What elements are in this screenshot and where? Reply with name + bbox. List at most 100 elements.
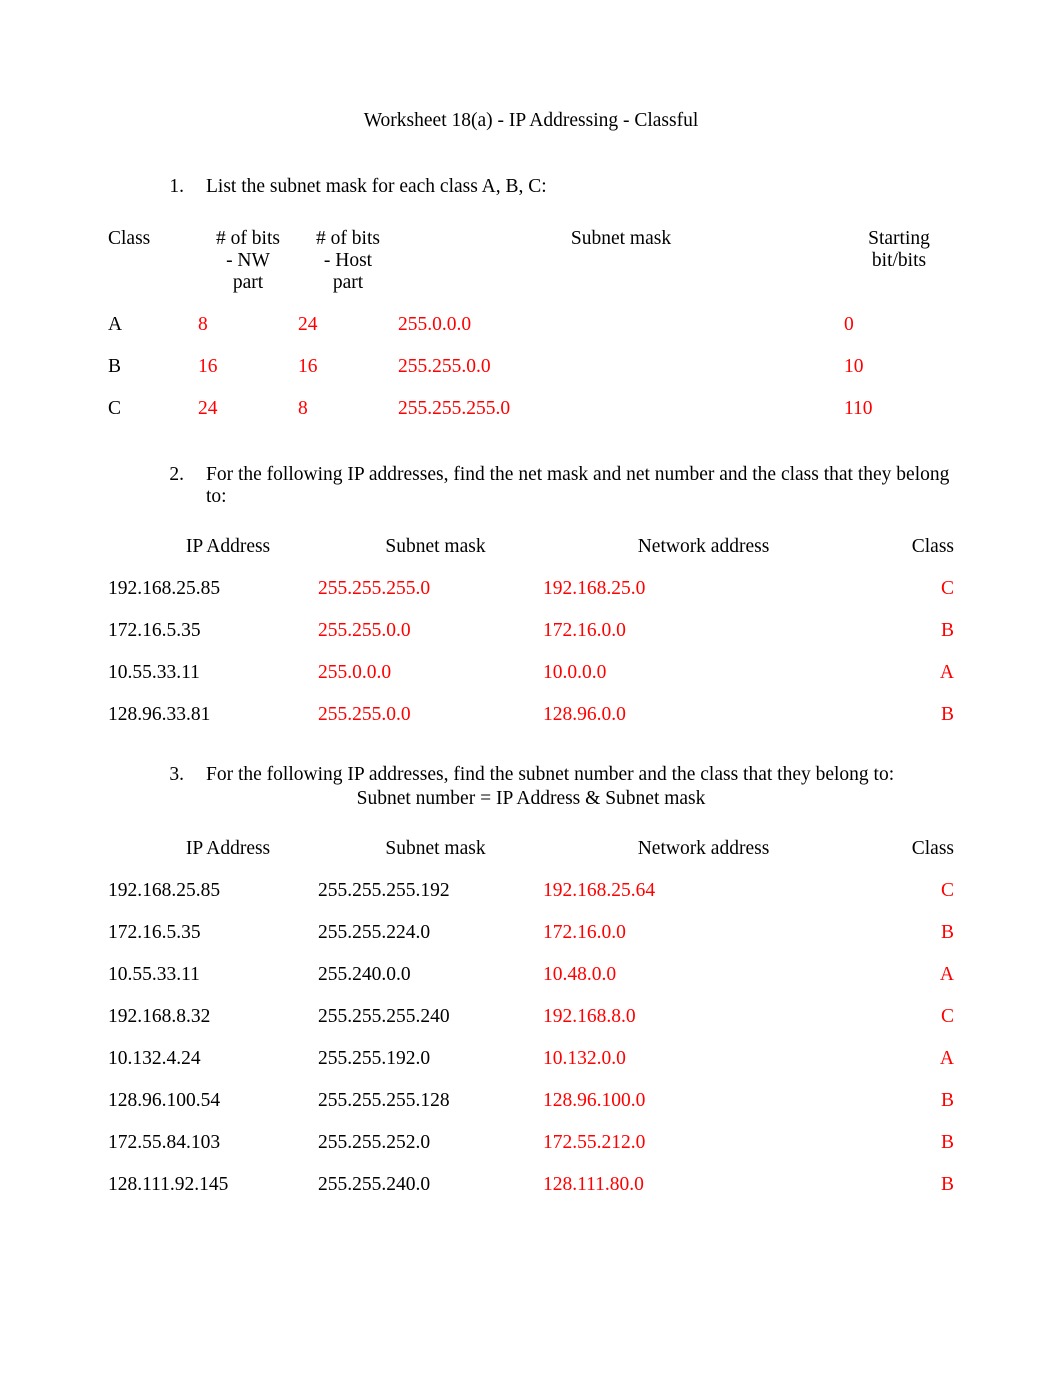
cell-class: C	[864, 568, 954, 610]
table-header-row: IP Address Subnet mask Network address C…	[108, 526, 954, 568]
cell-network: 172.16.0.0	[543, 912, 864, 954]
cell-ip: 10.132.4.24	[108, 1038, 318, 1080]
cell-ip: 192.168.25.85	[108, 870, 318, 912]
col-class: Class	[108, 218, 198, 304]
cell-nw: 24	[198, 388, 298, 430]
table-row: 10.55.33.11 255.0.0.0 10.0.0.0 A	[108, 652, 954, 694]
cell-start: 0	[844, 304, 954, 346]
table-row: 172.16.5.35 255.255.224.0 172.16.0.0 B	[108, 912, 954, 954]
col-host-l1: # of bits	[298, 228, 398, 250]
col-nw-bits: # of bits - NW part	[198, 218, 298, 304]
cell-mask: 255.255.255.240	[318, 996, 543, 1038]
cell-network: 172.55.212.0	[543, 1122, 864, 1164]
cell-network: 128.96.100.0	[543, 1080, 864, 1122]
col-network: Network address	[543, 828, 864, 870]
question-number: 1.	[152, 176, 206, 198]
cell-mask: 255.255.192.0	[318, 1038, 543, 1080]
cell-mask: 255.255.240.0	[318, 1164, 543, 1206]
table-row: B 16 16 255.255.0.0 10	[108, 346, 954, 388]
cell-mask: 255.0.0.0	[398, 304, 844, 346]
cell-host: 16	[298, 346, 398, 388]
cell-ip: 192.168.8.32	[108, 996, 318, 1038]
table-row: 128.96.33.81 255.255.0.0 128.96.0.0 B	[108, 694, 954, 736]
col-network: Network address	[543, 526, 864, 568]
cell-ip: 172.16.5.35	[108, 912, 318, 954]
question-2: 2. For the following IP addresses, find …	[152, 464, 954, 508]
table-header-row: Class # of bits - NW part # of bits - Ho…	[108, 218, 954, 304]
cell-network: 128.111.80.0	[543, 1164, 864, 1206]
table-row: 10.55.33.11 255.240.0.0 10.48.0.0 A	[108, 954, 954, 996]
cell-mask: 255.255.255.0	[398, 388, 844, 430]
col-start-l1: Starting	[844, 228, 954, 250]
table-row: 192.168.25.85 255.255.255.192 192.168.25…	[108, 870, 954, 912]
cell-start: 110	[844, 388, 954, 430]
cell-network: 192.168.25.64	[543, 870, 864, 912]
cell-ip: 172.55.84.103	[108, 1122, 318, 1164]
cell-ip: 10.55.33.11	[108, 954, 318, 996]
cell-class: A	[864, 652, 954, 694]
cell-ip: 192.168.25.85	[108, 568, 318, 610]
question-number: 3.	[152, 764, 206, 786]
cell-mask: 255.0.0.0	[318, 652, 543, 694]
cell-class: A	[864, 1038, 954, 1080]
cell-class: A	[108, 304, 198, 346]
cell-class: C	[864, 870, 954, 912]
question-number: 2.	[152, 464, 206, 508]
col-ip: IP Address	[108, 828, 318, 870]
cell-class: A	[864, 954, 954, 996]
cell-class: B	[864, 912, 954, 954]
cell-host: 24	[298, 304, 398, 346]
question-text: For the following IP addresses, find the…	[206, 764, 954, 786]
col-class: Class	[864, 828, 954, 870]
table-class-masks: Class # of bits - NW part # of bits - Ho…	[108, 218, 954, 430]
cell-mask: 255.255.255.192	[318, 870, 543, 912]
cell-ip: 172.16.5.35	[108, 610, 318, 652]
cell-network: 10.0.0.0	[543, 652, 864, 694]
question-3: 3. For the following IP addresses, find …	[152, 764, 954, 786]
cell-class: B	[864, 610, 954, 652]
col-ip: IP Address	[108, 526, 318, 568]
col-nw-l1: # of bits	[198, 228, 298, 250]
cell-class: B	[864, 1122, 954, 1164]
table-row: 172.55.84.103 255.255.252.0 172.55.212.0…	[108, 1122, 954, 1164]
cell-mask: 255.240.0.0	[318, 954, 543, 996]
cell-mask: 255.255.0.0	[398, 346, 844, 388]
table-row: 192.168.8.32 255.255.255.240 192.168.8.0…	[108, 996, 954, 1038]
cell-ip: 128.111.92.145	[108, 1164, 318, 1206]
cell-mask: 255.255.224.0	[318, 912, 543, 954]
table-ip-subnet: IP Address Subnet mask Network address C…	[108, 828, 954, 1206]
cell-mask: 255.255.255.0	[318, 568, 543, 610]
cell-ip: 10.55.33.11	[108, 652, 318, 694]
table-row: 10.132.4.24 255.255.192.0 10.132.0.0 A	[108, 1038, 954, 1080]
col-start-l2: bit/bits	[844, 250, 954, 272]
col-host-l2: - Host	[298, 250, 398, 272]
cell-network: 10.48.0.0	[543, 954, 864, 996]
cell-mask: 255.255.0.0	[318, 694, 543, 736]
cell-ip: 128.96.33.81	[108, 694, 318, 736]
cell-network: 192.168.8.0	[543, 996, 864, 1038]
cell-nw: 16	[198, 346, 298, 388]
cell-class: C	[108, 388, 198, 430]
col-class: Class	[864, 526, 954, 568]
subnet-formula: Subnet number = IP Address & Subnet mask	[108, 788, 954, 810]
cell-class: C	[864, 996, 954, 1038]
question-text: For the following IP addresses, find the…	[206, 464, 954, 508]
col-nw-l2: - NW	[198, 250, 298, 272]
col-host-l3: part	[298, 272, 398, 294]
cell-start: 10	[844, 346, 954, 388]
col-subnet-mask: Subnet mask	[398, 218, 844, 304]
cell-mask: 255.255.255.128	[318, 1080, 543, 1122]
col-mask: Subnet mask	[318, 828, 543, 870]
table-ip-classful: IP Address Subnet mask Network address C…	[108, 526, 954, 736]
table-row: 192.168.25.85 255.255.255.0 192.168.25.0…	[108, 568, 954, 610]
cell-network: 172.16.0.0	[543, 610, 864, 652]
table-row: 128.96.100.54 255.255.255.128 128.96.100…	[108, 1080, 954, 1122]
cell-class: B	[864, 1164, 954, 1206]
question-text: List the subnet mask for each class A, B…	[206, 176, 954, 198]
table-row: 128.111.92.145 255.255.240.0 128.111.80.…	[108, 1164, 954, 1206]
worksheet-page: Worksheet 18(a) - IP Addressing - Classf…	[0, 0, 1062, 1294]
cell-ip: 128.96.100.54	[108, 1080, 318, 1122]
page-title: Worksheet 18(a) - IP Addressing - Classf…	[108, 110, 954, 132]
cell-nw: 8	[198, 304, 298, 346]
cell-network: 128.96.0.0	[543, 694, 864, 736]
